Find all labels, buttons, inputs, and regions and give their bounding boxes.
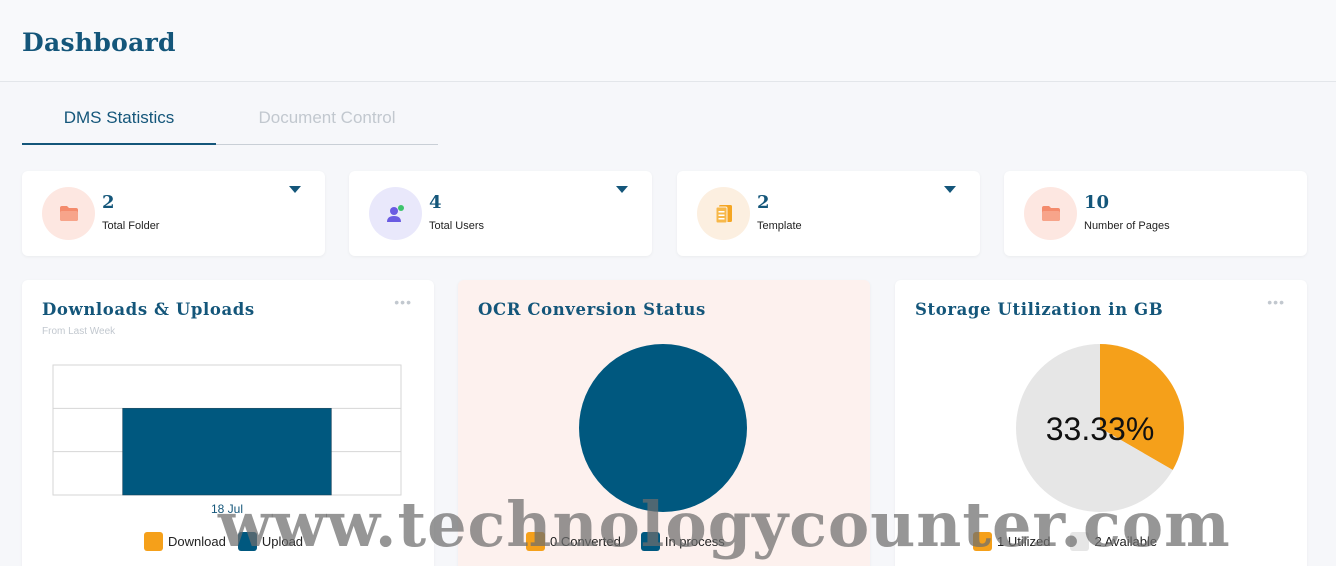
stat-value: 2 <box>102 192 115 213</box>
user-icon <box>369 187 422 240</box>
stat-card-total-folder: 2 Total Folder <box>22 171 325 256</box>
page-header: Dashboard <box>0 0 1336 82</box>
tab-dms-statistics[interactable]: DMS Statistics <box>22 98 216 145</box>
more-options-icon[interactable]: ••• <box>1267 294 1285 310</box>
stat-card-total-users: 4 Total Users <box>349 171 652 256</box>
legend-item-download[interactable]: Download <box>144 532 226 551</box>
chevron-down-icon[interactable] <box>289 186 301 193</box>
stat-value: 2 <box>757 192 770 213</box>
folder-icon <box>1024 187 1077 240</box>
stat-value: 10 <box>1084 192 1110 213</box>
chevron-down-icon[interactable] <box>944 186 956 193</box>
pie-slice-in-process <box>579 344 747 512</box>
stat-label: Template <box>757 220 802 232</box>
more-options-icon[interactable]: ••• <box>394 294 412 310</box>
watermark: www.technologycounter.com <box>218 488 1231 561</box>
stat-label: Total Users <box>429 220 485 232</box>
folder-icon <box>42 187 95 240</box>
bar-upload <box>122 408 332 496</box>
stat-label: Total Folder <box>102 220 160 232</box>
chevron-down-icon[interactable] <box>616 186 628 193</box>
panel-title: Storage Utilization in GB <box>915 300 1164 319</box>
tab-bar: DMS Statistics Document Control <box>22 98 438 145</box>
stat-value: 4 <box>429 192 442 213</box>
panel-title: Downloads & Uploads <box>42 300 255 319</box>
panel-subtitle: From Last Week <box>42 326 116 337</box>
stat-card-number-of-pages: 10 Number of Pages <box>1004 171 1307 256</box>
legend-swatch <box>144 532 163 551</box>
page-title: Dashboard <box>22 28 176 57</box>
stat-label: Number of Pages <box>1084 220 1170 232</box>
pie-center-label: 33.33% <box>1046 411 1155 447</box>
tab-document-control[interactable]: Document Control <box>216 98 438 145</box>
template-icon <box>697 187 750 240</box>
stat-card-template: 2 Template <box>677 171 980 256</box>
panel-title: OCR Conversion Status <box>478 300 706 319</box>
